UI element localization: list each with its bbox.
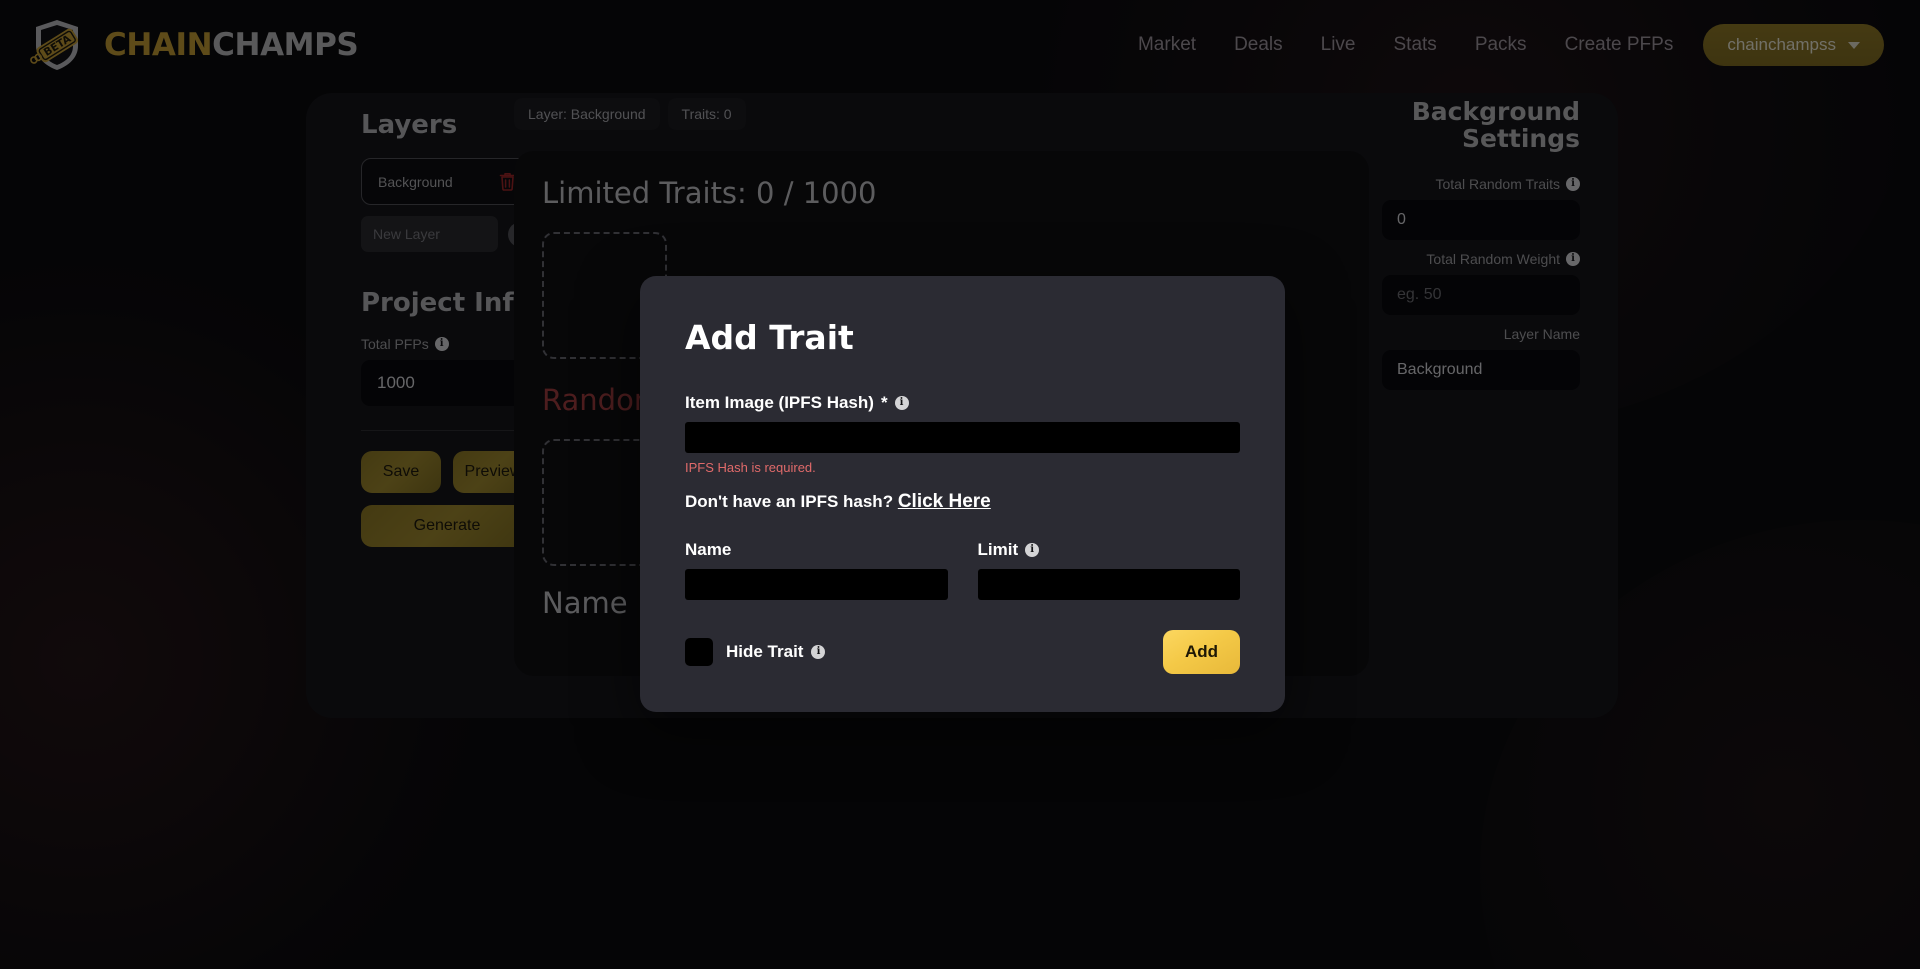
- ipfs-hint: Don't have an IPFS hash? Click Here: [685, 491, 1240, 513]
- hide-trait-group: Hide Trait i: [685, 638, 826, 666]
- trait-name-input[interactable]: [685, 569, 948, 600]
- info-icon[interactable]: i: [894, 396, 909, 410]
- ipfs-hint-text: Don't have an IPFS hash?: [685, 492, 894, 511]
- hide-trait-label: Hide Trait i: [726, 642, 826, 662]
- ipfs-hint-link[interactable]: Click Here: [898, 491, 991, 512]
- ipfs-hash-label: Item Image (IPFS Hash) * i: [685, 393, 1240, 413]
- trait-name-group: Name: [685, 540, 948, 600]
- trait-limit-group: Limit i: [977, 540, 1241, 600]
- hide-trait-checkbox[interactable]: [685, 638, 713, 666]
- info-icon[interactable]: i: [1025, 543, 1040, 557]
- add-trait-submit-button[interactable]: Add: [1162, 630, 1240, 674]
- hide-trait-label-text: Hide Trait: [726, 642, 804, 661]
- required-indicator: *: [880, 393, 888, 412]
- modal-footer: Hide Trait i Add: [685, 630, 1240, 674]
- trait-limit-input[interactable]: [977, 569, 1240, 600]
- ipfs-hash-error-message: IPFS Hash is required.: [685, 460, 816, 475]
- add-trait-modal: Add Trait Item Image (IPFS Hash) * i IPF…: [640, 276, 1285, 712]
- trait-name-label-text: Name: [685, 540, 732, 559]
- modal-field-row: Name Limit i: [685, 540, 1240, 600]
- ipfs-hash-input[interactable]: [685, 422, 1240, 453]
- trait-name-label: Name: [685, 540, 948, 560]
- app-root: BETA CHAINCHAMPS Market Deals Live Stats…: [0, 0, 1920, 969]
- info-icon[interactable]: i: [811, 645, 826, 659]
- modal-title: Add Trait: [685, 318, 854, 357]
- trait-limit-label-text: Limit: [977, 540, 1019, 559]
- ipfs-hash-label-text: Item Image (IPFS Hash): [685, 393, 874, 412]
- trait-limit-label: Limit i: [978, 540, 1241, 560]
